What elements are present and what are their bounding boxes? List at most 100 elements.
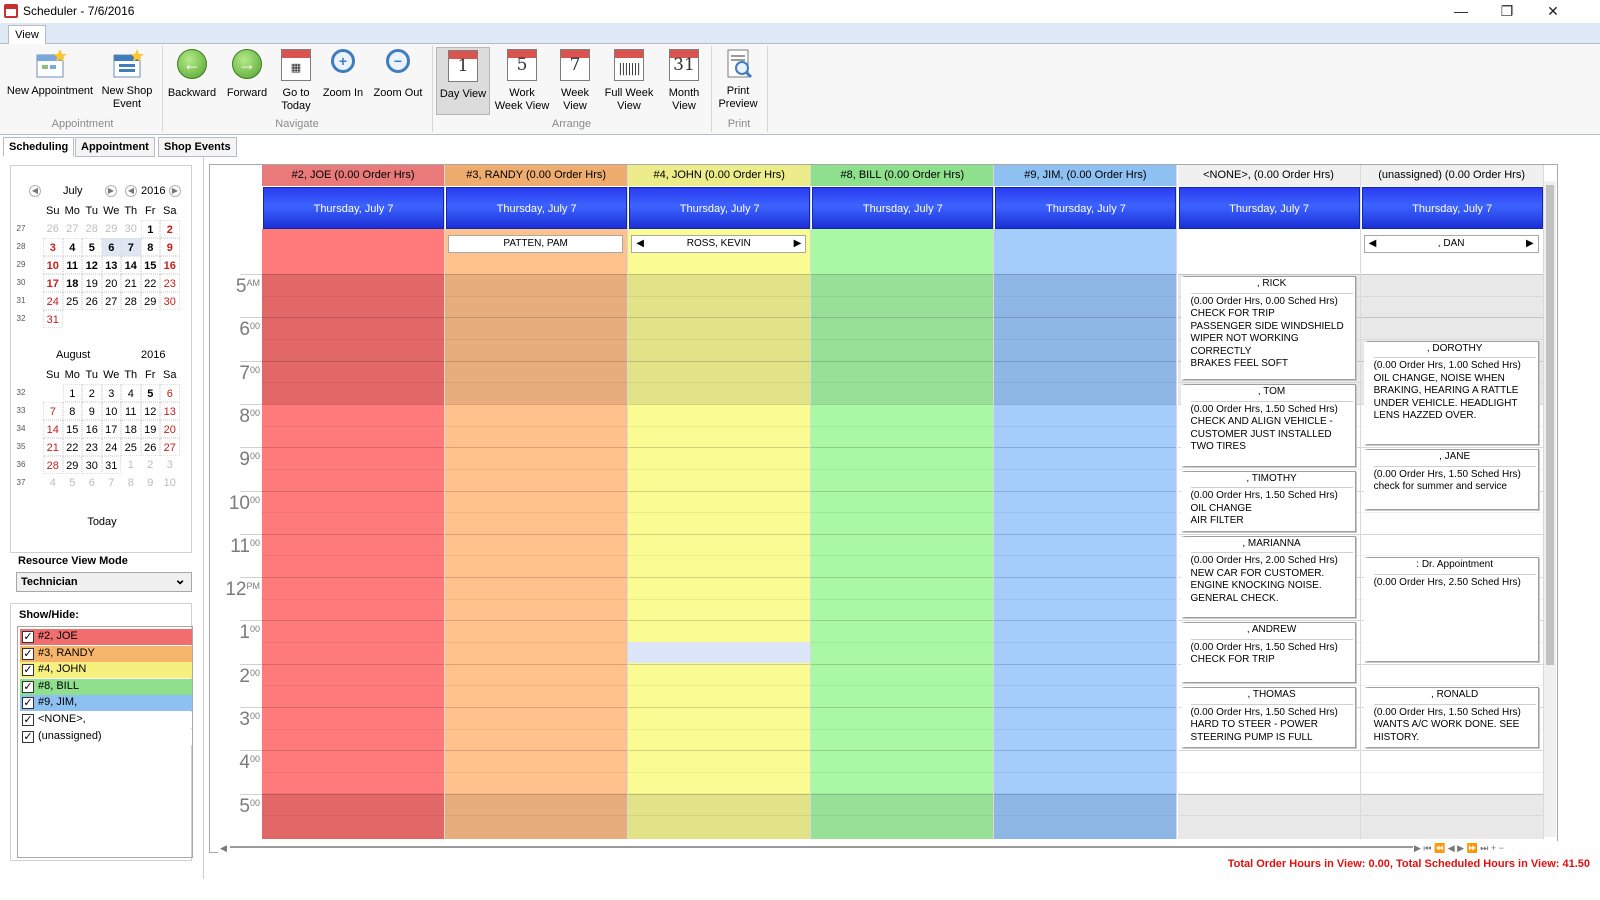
calendar-day[interactable]: 11 — [62, 256, 82, 274]
calendar-day[interactable]: 27 — [160, 438, 180, 456]
calendar-day[interactable]: 18 — [62, 274, 82, 292]
all-day-appointment[interactable]: , DAN ◀ ▶ — [1363, 235, 1539, 253]
all-day-area[interactable] — [1177, 229, 1360, 274]
calendar-day[interactable]: 30 — [160, 292, 180, 310]
appointment[interactable]: , RONALD (0.00 Order Hrs, 1.50 Sched Hrs)… — [1363, 687, 1539, 749]
go-to-today-button[interactable]: ▦ Go to Today — [276, 47, 316, 113]
calendar-day[interactable]: 9 — [160, 238, 180, 256]
calendar-day[interactable]: 16 — [160, 256, 180, 274]
calendar-day[interactable]: 19 — [82, 274, 102, 292]
print-preview-button[interactable]: Print Preview — [714, 47, 762, 111]
calendar-day[interactable]: 27 — [63, 220, 83, 238]
time-slots[interactable] — [445, 274, 628, 839]
resource-header[interactable]: #3, RANDY (0.00 Order Hrs) — [445, 165, 628, 186]
arrow-left-icon[interactable]: ◀ — [636, 236, 644, 252]
all-day-area[interactable] — [262, 229, 445, 274]
calendar-day[interactable]: 17 — [101, 420, 121, 438]
calendar-day[interactable]: 31 — [43, 310, 63, 328]
calendar-day[interactable]: 28 — [121, 292, 141, 310]
prev-year-icon[interactable]: ◀ — [125, 185, 137, 197]
calendar-day[interactable]: 4 — [121, 384, 141, 402]
selected-slot[interactable] — [628, 642, 811, 664]
calendar-day[interactable]: 5 — [82, 238, 102, 256]
tab-appointment[interactable]: Appointment — [75, 137, 155, 157]
minimize-button[interactable]: — — [1438, 0, 1484, 23]
resource-header[interactable]: #2, JOE (0.00 Order Hrs) — [262, 165, 445, 186]
calendar-day[interactable]: 2 — [82, 384, 102, 402]
checkbox-checked-icon[interactable]: ✓ — [22, 730, 34, 743]
arrow-right-icon[interactable]: ▶ — [794, 236, 802, 252]
week-view-button[interactable]: 7 Week View — [554, 47, 596, 113]
date-header[interactable]: Thursday, July 7 — [1178, 187, 1360, 229]
calendar-day[interactable]: 21 — [121, 274, 141, 292]
month-view-button[interactable]: 31 Month View — [662, 47, 706, 113]
calendar-day[interactable]: 12 — [140, 402, 160, 420]
calendar-day[interactable]: 15 — [62, 420, 82, 438]
calendar-day[interactable]: 29 — [102, 220, 122, 238]
calendar-day[interactable]: 4 — [62, 238, 82, 256]
date-header[interactable]: Thursday, July 7 — [263, 187, 445, 229]
date-header[interactable]: Thursday, July 7 — [629, 187, 811, 229]
arrow-left-icon[interactable]: ◀ — [1369, 236, 1377, 252]
calendar-day[interactable]: 20 — [160, 420, 180, 438]
new-shop-event-button[interactable]: New Shop Event — [98, 47, 156, 111]
arrow-right-icon[interactable]: ▶ — [1526, 236, 1534, 252]
date-header[interactable]: Thursday, July 7 — [1361, 187, 1543, 229]
checkbox-checked-icon[interactable]: ✓ — [22, 631, 34, 643]
horizontal-scrollbar[interactable]: ◀ ▶ ⏮ ⏪ ◀ ▶ ⏩ ⏭ + − — [218, 841, 1558, 853]
resource-toggle[interactable]: ✓ #9, JIM, — [20, 695, 192, 712]
time-slots[interactable] — [262, 274, 445, 839]
calendar-day[interactable]: 15 — [140, 256, 160, 274]
calendar-day[interactable]: 14 — [121, 256, 141, 274]
calendar-day[interactable]: 3 — [43, 238, 63, 256]
calendar-day[interactable]: 18 — [121, 420, 141, 438]
calendar-day[interactable]: 10 — [101, 402, 121, 420]
calendar-day[interactable]: 13 — [101, 256, 121, 274]
all-day-appointment[interactable]: ROSS, KEVIN ◀ ▶ — [631, 235, 807, 253]
calendar-day[interactable]: 6 — [160, 384, 180, 402]
resource-toggle[interactable]: ✓ #4, JOHN — [20, 662, 192, 679]
appointment[interactable]: , DOROTHY (0.00 Order Hrs, 1.00 Sched Hrs… — [1363, 340, 1539, 446]
calendar-day[interactable]: 10 — [43, 256, 63, 274]
calendar-day[interactable]: 29 — [62, 456, 82, 474]
zoom-in-button[interactable]: + Zoom In — [320, 47, 366, 100]
calendar-day[interactable]: 19 — [140, 420, 160, 438]
date-header[interactable]: Thursday, July 7 — [995, 187, 1177, 229]
time-slots[interactable] — [811, 274, 994, 839]
forward-button[interactable]: → Forward — [222, 47, 272, 100]
appointment[interactable]: , THOMAS (0.00 Order Hrs, 1.50 Sched Hrs)… — [1180, 687, 1356, 749]
calendar-day[interactable]: 2 — [141, 456, 161, 474]
backward-button[interactable]: ← Backward — [166, 47, 218, 100]
calendar-day[interactable]: 28 — [43, 456, 63, 474]
calendar-day[interactable]: 29 — [140, 292, 160, 310]
full-week-view-button[interactable]: ||||||| Full Week View — [600, 47, 658, 113]
vertical-scrollbar[interactable] — [1544, 181, 1556, 837]
calendar-day[interactable]: 8 — [62, 402, 82, 420]
calendar-day[interactable]: 24 — [43, 292, 63, 310]
appointment[interactable]: , TIMOTHY (0.00 Order Hrs, 1.50 Sched Hrs… — [1180, 470, 1356, 532]
resource-toggle[interactable]: ✓ #2, JOE — [20, 629, 192, 645]
calendar-day[interactable]: 31 — [101, 456, 121, 474]
checkbox-checked-icon[interactable]: ✓ — [22, 714, 34, 726]
calendar-day[interactable]: 1 — [121, 456, 141, 474]
calendar-day[interactable]: 24 — [101, 438, 121, 456]
all-day-area[interactable] — [811, 229, 994, 274]
date-header[interactable]: Thursday, July 7 — [446, 187, 628, 229]
calendar-day[interactable]: 8 — [121, 474, 141, 492]
resource-toggle[interactable]: ✓ #3, RANDY — [20, 645, 192, 662]
calendar-day[interactable]: 26 — [43, 220, 63, 238]
calendar-day[interactable]: 5 — [140, 384, 160, 402]
resource-header[interactable]: #8, BILL (0.00 Order Hrs) — [811, 165, 994, 186]
all-day-area[interactable] — [994, 229, 1177, 274]
calendar-day[interactable]: 14 — [43, 420, 63, 438]
calendar-day[interactable]: 30 — [121, 220, 141, 238]
calendar-day[interactable]: 1 — [62, 384, 82, 402]
calendar-day[interactable]: 22 — [62, 438, 82, 456]
calendar-day[interactable]: 11 — [121, 402, 141, 420]
ribbon-tab-view[interactable]: View — [8, 25, 46, 45]
calendar-day[interactable]: 23 — [82, 438, 102, 456]
calendar-day[interactable]: 10 — [160, 474, 180, 492]
resource-toggle[interactable]: ✓ #8, BILL — [20, 678, 192, 695]
close-button[interactable]: ✕ — [1530, 0, 1576, 23]
new-appointment-button[interactable]: New Appointment — [5, 47, 95, 98]
